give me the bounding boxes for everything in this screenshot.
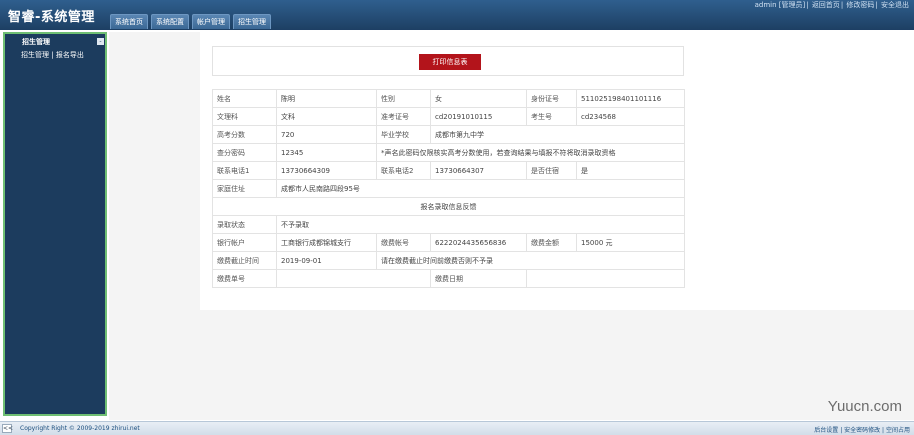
admission-status: 不予录取 — [276, 215, 685, 234]
print-button-box: 打印信息表 — [212, 46, 684, 76]
tab-account-management[interactable]: 帐户管理 — [192, 14, 230, 29]
tab-system-config[interactable]: 系统配置 — [151, 14, 189, 29]
table-row: 文理科 文科 准考证号 cd20191010115 考生号 cd234568 — [212, 107, 685, 126]
security-password-link[interactable]: 安全密码修改 — [844, 427, 880, 434]
table-row: 联系电话1 13730664309 联系电话2 13730664307 是否住宿… — [212, 161, 685, 180]
table-row: 查分密码 12345 *声名此密码仅限核实高考分数使用，若查询结果与填报不符将取… — [212, 143, 685, 162]
top-links: admin [管理员]| 返回首页| 修改密码| 安全退出 — [754, 1, 909, 9]
main-nav: 系统首页 系统配置 帐户管理 招生管理 — [110, 14, 274, 29]
current-user-link[interactable]: admin [管理员] — [755, 1, 806, 9]
footer-bar: << Copyright Right © 2009-2019 zhirui.ne… — [0, 421, 914, 435]
table-row: 高考分数 720 毕业学校 成都市第九中学 — [212, 125, 685, 144]
footer-links: 后台设置 | 安全密码修改 | 空间占用 — [814, 427, 910, 434]
backend-settings-link[interactable]: 后台设置 — [814, 427, 838, 434]
print-info-button[interactable]: 打印信息表 — [419, 54, 481, 70]
table-row: 银行帐户 工商银行成都锦城支行 缴费帐号 6222024435656836 缴费… — [212, 233, 685, 252]
home-link[interactable]: 返回首页 — [812, 1, 840, 9]
student-info-table: 姓名 陈明 性别 女 身份证号 511025198401101116 文理科 文… — [212, 89, 685, 288]
space-usage-link[interactable]: 空间占用 — [886, 427, 910, 434]
copyright-text: Copyright Right © 2009-2019 zhirui.net — [20, 425, 140, 432]
collapse-sidebar-icon[interactable]: << — [2, 424, 13, 433]
info-panel: 打印信息表 姓名 陈明 性别 女 身份证号 511025198401101116… — [200, 32, 914, 310]
table-row: 报名录取信息反馈 — [212, 197, 685, 216]
table-row: 姓名 陈明 性别 女 身份证号 511025198401101116 — [212, 89, 685, 108]
sidebar-links: 招生管理 | 报名导出 — [21, 50, 84, 60]
top-header: 智睿-系统管理 admin [管理员]| 返回首页| 修改密码| 安全退出 系统… — [0, 0, 914, 30]
admission-feedback-heading: 报名录取信息反馈 — [212, 197, 685, 216]
table-row: 缴费截止时间 2019-09-01 请在缴费截止时间前缴费否则不予录 — [212, 251, 685, 270]
tab-enrollment-management[interactable]: 招生管理 — [233, 14, 271, 29]
app-logo: 智睿-系统管理 — [8, 10, 95, 25]
sidebar-title: 招生管理 — [22, 38, 50, 46]
sidebar-header: 招生管理 - — [8, 37, 104, 47]
table-row: 缴费单号 缴费日期 — [212, 269, 685, 288]
sidebar-collapse-icon[interactable]: - — [97, 38, 104, 45]
tab-system-home[interactable]: 系统首页 — [110, 14, 148, 29]
table-row: 家庭住址 成都市人民南路四段95号 — [212, 179, 685, 198]
watermark: Yuucn.com — [827, 398, 902, 415]
sidebar-separator: | — [51, 51, 54, 59]
sidebar-item-enrollment[interactable]: 招生管理 — [21, 51, 49, 59]
table-row: 录取状态 不予录取 — [212, 215, 685, 234]
main-content: 打印信息表 姓名 陈明 性别 女 身份证号 511025198401101116… — [109, 32, 914, 420]
sidebar: 招生管理 - 招生管理 | 报名导出 — [3, 32, 107, 416]
change-password-link[interactable]: 修改密码 — [846, 1, 874, 9]
sidebar-item-export[interactable]: 报名导出 — [56, 51, 84, 59]
logout-link[interactable]: 安全退出 — [881, 1, 909, 9]
